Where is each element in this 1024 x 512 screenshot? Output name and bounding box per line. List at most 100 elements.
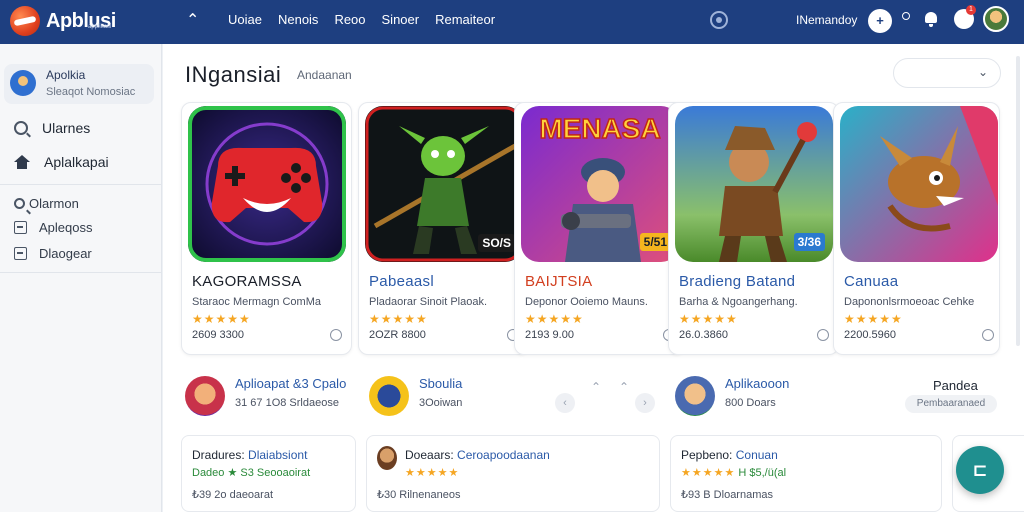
dragon-icon (840, 106, 998, 262)
recommendation-item[interactable]: Aplioapat &3 Cpalo 31 67 1O8 Srldaeose (185, 376, 346, 416)
page-subtitle: Andaanan (297, 68, 352, 82)
top-nav-item[interactable]: Uoiae (228, 12, 262, 27)
recommendation-item[interactable]: Sboulia 3Ooiwan (369, 376, 462, 416)
app-logo[interactable]: Apblusi (10, 6, 116, 36)
review-title-label: Dradures: (192, 448, 245, 462)
review-meta: ₺39 2o daeoarat (192, 489, 274, 501)
review-line-rest: S3 Seooaoirat (240, 467, 311, 479)
rating-stars: ★★★★★ (844, 312, 903, 326)
add-button[interactable]: + (868, 9, 892, 33)
app-description: Staraoc Mermagn ComMa (192, 296, 321, 308)
top-nav-item[interactable]: Sinoer (382, 12, 420, 27)
app-card[interactable]: 3/36 Bradieng Batand Barha & Ngoangerhan… (668, 102, 839, 355)
rec-app-meta: 800 Doars (725, 397, 776, 409)
svg-text:MENASA: MENASA (539, 113, 660, 144)
review-title-label: Pepbeno: (681, 448, 733, 462)
sidebar-profile[interactable]: Apolkia Sleaqot Nomosiac (4, 64, 154, 104)
app-title: Pabeaasl (369, 273, 434, 290)
sidebar-item-dlaogear[interactable]: Dlaogear (14, 246, 92, 261)
review-title: Pepbeno: Conuan (681, 448, 778, 462)
gamepad-icon (188, 106, 346, 262)
sidebar-divider (0, 272, 162, 273)
bell-icon[interactable] (924, 10, 938, 28)
app-meta: 2193 9.00 (525, 329, 574, 341)
profile-avatar (10, 70, 36, 96)
rating-stars: ★★★★★ (192, 312, 251, 326)
sidebar-item-label: Dlaogear (39, 246, 92, 261)
review-card[interactable]: Dradures: Dlaiabsiont Dadeo ★ S3 Seooaoi… (181, 435, 356, 512)
app-title: BAIJTSIA (525, 273, 593, 290)
user-avatar[interactable] (983, 6, 1009, 32)
scrollbar[interactable] (1016, 56, 1020, 346)
app-description: Deponor Ooiemo Mauns. (525, 296, 648, 308)
price-badge: SO/S (478, 234, 515, 252)
app-title: Canuaa (844, 273, 899, 290)
user-name[interactable]: INemandoy (796, 13, 857, 27)
top-nav-item[interactable]: Nenois (278, 12, 318, 27)
rating-stars: ★★★★★ (405, 467, 460, 479)
app-art-gamepad (188, 106, 346, 262)
carousel-prev-button[interactable]: ‹ (555, 393, 575, 413)
reviewer-avatar (377, 446, 397, 470)
sidebar-item-apleqoss[interactable]: Apleqoss (14, 220, 92, 235)
review-meta: ₺93 B Dloarnamas (681, 489, 773, 501)
box-icon (14, 221, 27, 234)
settings-gear-icon[interactable] (710, 11, 728, 29)
sidebar-section-header: Olarmon (14, 196, 79, 211)
app-meta: 2OZR 8800 (369, 329, 426, 341)
page-title: INgansiai (185, 62, 282, 87)
top-bar: Apblusi applikasi ⌃ Uoiae Nenois Reoo Si… (0, 0, 1024, 44)
status-dot-icon (902, 12, 910, 20)
chevron-down-icon: ⌄ (978, 65, 989, 79)
rating-stars: ★★★★★ (525, 312, 584, 326)
carousel-next-button[interactable]: › (635, 393, 655, 413)
app-description: Pladaorar Sinoit Plaoak. (369, 296, 488, 308)
top-nav: Uoiae Nenois Reoo Sinoer Remaiteor (228, 12, 495, 27)
review-title-value: Conuan (735, 448, 778, 462)
app-card[interactable]: Canuaa Dapononlsrmoeoac Cehke ★★★★★ 2200… (833, 102, 1000, 355)
top-nav-item[interactable]: Reoo (334, 12, 365, 27)
rec-side-title: Pandea (933, 378, 978, 393)
download-icon[interactable] (330, 329, 342, 341)
sidebar-item-ularnes[interactable]: Ularnes (14, 120, 90, 136)
recommendation-item[interactable]: Aplikaooon 800 Doars (675, 376, 789, 416)
app-card[interactable]: SO/S Pabeaasl Pladaorar Sinoit Plaoak. ★… (358, 102, 529, 355)
sidebar-divider (0, 184, 162, 185)
review-title: Doeaars: Ceroapoodaanan (405, 448, 550, 462)
profile-name: Apolkia (46, 68, 86, 82)
rec-app-name: Sboulia (419, 376, 463, 391)
search-icon (14, 121, 28, 135)
rec-app-name: Aplioapat &3 Cpalo (235, 376, 347, 391)
app-art-dragon (840, 106, 998, 262)
review-title-value: Ceroapoodaanan (457, 448, 550, 462)
review-title-value: Dlaiabsiont (248, 448, 308, 462)
app-description: Dapononlsrmoeoac Cehke (844, 296, 975, 308)
app-title: Bradieng Batand (679, 273, 796, 290)
profile-subtitle: Sleaqot Nomosiac (46, 86, 136, 98)
rec-app-name: Aplikaooon (725, 376, 790, 391)
chevron-up-icon: ⌃ (591, 380, 602, 394)
floating-action-button[interactable]: ⊏ (956, 446, 1004, 494)
app-card[interactable]: MENASA 5/51 BAIJTSIA Deponor Ooiemo Maun… (514, 102, 685, 355)
logo-mark-icon (10, 6, 40, 36)
review-card[interactable]: Pepbeno: Conuan ★★★★★ H $5,/ü(al ₺93 B D… (670, 435, 942, 512)
section-search-icon (14, 198, 25, 209)
download-icon[interactable] (982, 329, 994, 341)
sidebar-item-label: Ularnes (42, 120, 91, 136)
box-icon (14, 247, 27, 260)
top-nav-item[interactable]: Remaiteor (435, 12, 495, 27)
rec-app-meta: 31 67 1O8 Srldaeose (235, 397, 339, 409)
rec-app-icon (675, 376, 715, 416)
rating-stars: ★★★★★ (681, 467, 736, 479)
rec-side-button[interactable]: Pembaaranaed (905, 395, 997, 413)
download-icon[interactable] (817, 329, 829, 341)
sidebar-item-aplalkapai[interactable]: Aplalkapai (14, 154, 109, 170)
review-card[interactable]: Doeaars: Ceroapoodaanan ★★★★★ ₺30 Rilnen… (366, 435, 660, 512)
app-description: Barha & Ngoangerhang. (679, 296, 798, 308)
sort-dropdown[interactable]: ⌄ (893, 58, 1001, 88)
rating-stars: ★★★★★ (369, 312, 428, 326)
review-title-label: Doeaars: (405, 448, 454, 462)
app-card[interactable]: KAGORAMSSA Staraoc Mermagn ComMa ★★★★★ 2… (181, 102, 352, 355)
back-chevron-icon[interactable]: ⌃ (186, 10, 199, 30)
review-title: Dradures: Dlaiabsiont (192, 448, 307, 462)
